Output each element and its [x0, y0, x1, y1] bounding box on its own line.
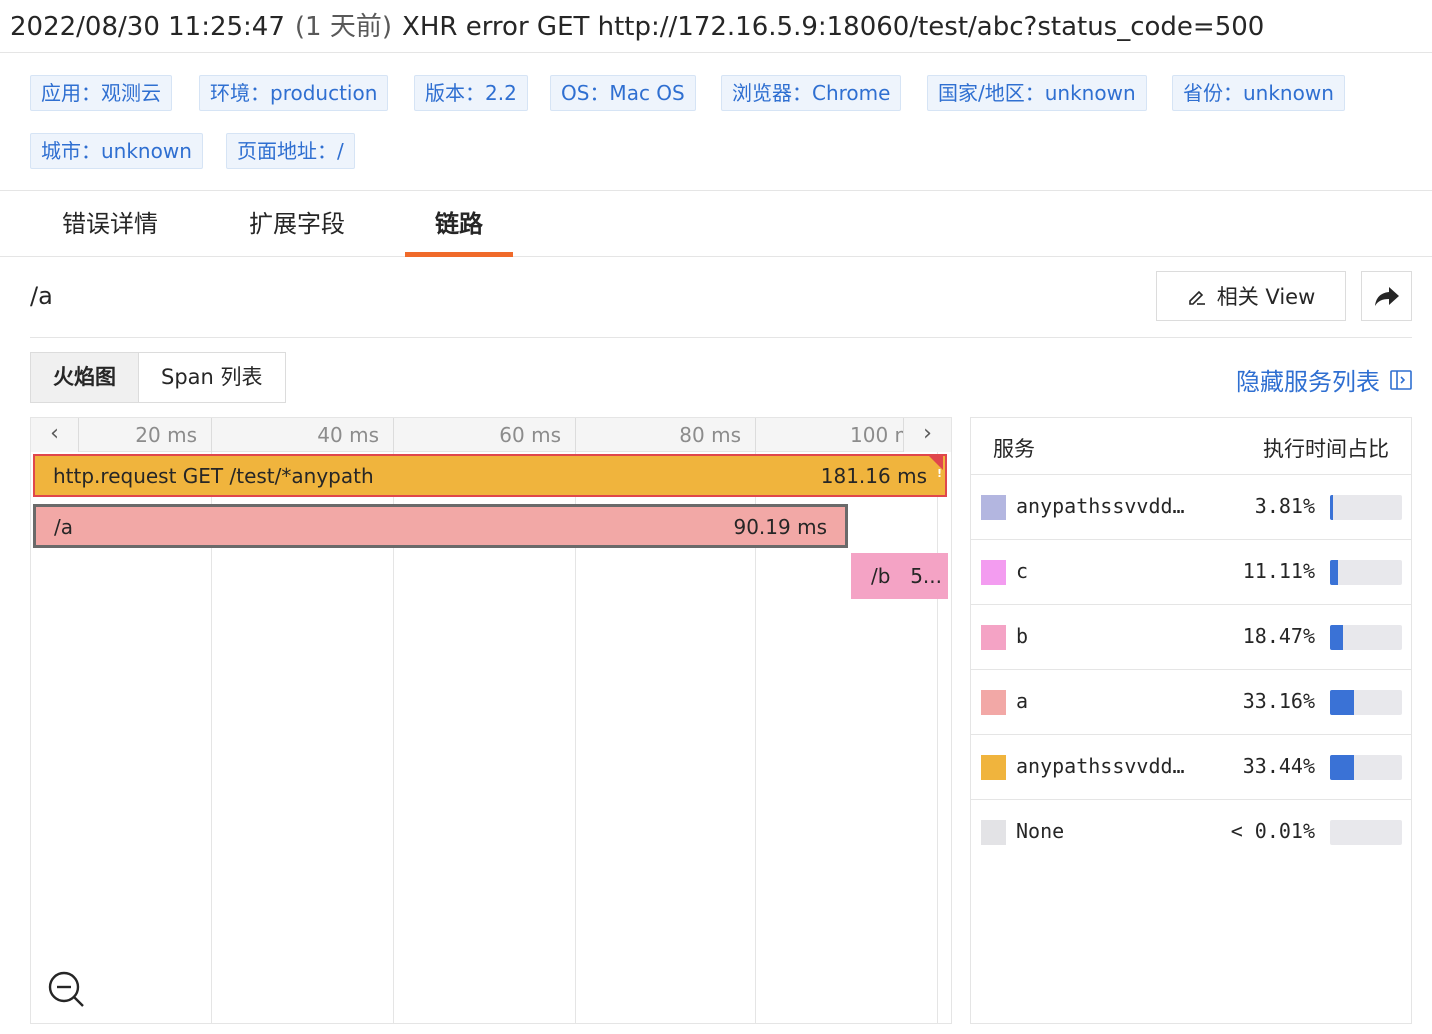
share-button[interactable] — [1361, 271, 1412, 321]
tick-label: 80 ms — [576, 418, 756, 452]
flame-graph: ‹ 20 ms 40 ms 60 ms 80 ms 100 ms › http.… — [30, 417, 952, 1024]
service-row[interactable]: anypathssvvdd… 3.81% — [971, 475, 1411, 540]
share-arrow-icon — [1374, 287, 1399, 306]
ratio-bar — [1330, 690, 1402, 715]
ratio-bar-fill — [1330, 625, 1343, 650]
span-duration: 90.19 ms — [733, 515, 827, 539]
service-name: a — [1016, 689, 1029, 713]
hide-service-list-link[interactable]: 隐藏服务列表 — [1236, 362, 1412, 397]
ratio-bar — [1330, 820, 1402, 845]
service-ratio: 18.47% — [1242, 624, 1315, 648]
span-duration: 5... — [910, 564, 942, 588]
zoom-out-button[interactable] — [47, 970, 87, 1010]
flame-graph-mode[interactable]: 火焰图 — [31, 353, 139, 402]
section-divider — [30, 337, 1412, 338]
tag-province[interactable]: 省份：unknown — [1172, 75, 1345, 111]
service-name: anypathssvvdd… — [1016, 494, 1185, 518]
collapse-panel-icon — [1390, 369, 1412, 390]
service-row[interactable]: a 33.16% — [971, 670, 1411, 735]
service-color-swatch — [981, 820, 1006, 845]
service-row[interactable]: c 11.11% — [971, 540, 1411, 605]
span-list-mode[interactable]: Span 列表 — [139, 353, 285, 402]
tick-label: 60 ms — [394, 418, 576, 452]
error-flag-icon: ! — [927, 456, 943, 480]
detail-tabs: 错误详情 扩展字段 链路 — [0, 190, 1432, 257]
ratio-bar-fill — [1330, 690, 1354, 715]
tag-browser[interactable]: 浏览器：Chrome — [721, 75, 902, 111]
ratio-bar — [1330, 755, 1402, 780]
span-b[interactable]: /b 5... — [851, 553, 948, 599]
col-service: 服务 — [993, 437, 1035, 461]
span-a[interactable]: /a 90.19 ms — [33, 504, 848, 548]
error-title: 2022/08/30 11:25:47 (1 天前) XHR error GET h… — [0, 0, 1432, 53]
ratio-bar-fill — [1330, 560, 1338, 585]
error-timestamp: 2022/08/30 11:25:47 — [10, 12, 285, 42]
tick-label: 20 ms — [79, 418, 212, 452]
service-ratio: 33.44% — [1242, 754, 1315, 778]
hide-service-list-label: 隐藏服务列表 — [1236, 368, 1380, 396]
tag-version[interactable]: 版本：2.2 — [414, 75, 528, 111]
service-ratio: 3.81% — [1254, 494, 1315, 518]
time-ruler: ‹ 20 ms 40 ms 60 ms 80 ms 100 ms › — [31, 418, 951, 452]
ratio-bar-fill — [1330, 495, 1333, 520]
tag-page-url[interactable]: 页面地址：/ — [226, 133, 355, 169]
tag-env[interactable]: 环境：production — [199, 75, 389, 111]
edit-link-icon — [1188, 290, 1205, 305]
relative-time: (1 天前) — [294, 12, 393, 42]
service-ratio: < 0.01% — [1230, 819, 1315, 843]
related-view-label: 相关 View — [1216, 285, 1316, 309]
tag-os[interactable]: OS：Mac OS — [550, 75, 696, 111]
tag-app[interactable]: 应用：观测云 — [30, 75, 172, 111]
tab-error-details[interactable]: 错误详情 — [56, 191, 164, 257]
service-name: c — [1016, 559, 1029, 583]
span-name: /b — [871, 564, 891, 588]
service-color-swatch — [981, 495, 1006, 520]
service-ratio: 11.11% — [1242, 559, 1315, 583]
trace-path: /a — [30, 282, 53, 310]
service-list-header: 服务 执行时间占比 — [971, 418, 1411, 475]
tag-country[interactable]: 国家/地区：unknown — [927, 75, 1147, 111]
service-color-swatch — [981, 755, 1006, 780]
tick-label: 100 ms — [850, 423, 903, 447]
grid-line — [937, 452, 938, 1023]
scroll-left-button[interactable]: ‹ — [31, 418, 79, 452]
service-color-swatch — [981, 690, 1006, 715]
view-mode-toggle: 火焰图 Span 列表 — [30, 352, 286, 403]
span-root[interactable]: http.request GET /test/*anypath 181.16 m… — [33, 454, 947, 497]
ratio-bar — [1330, 560, 1402, 585]
ratio-bar — [1330, 625, 1402, 650]
service-list-panel: 服务 执行时间占比 anypathssvvdd… 3.81% c 11.11% b 18.… — [970, 417, 1412, 1024]
tick-label: 40 ms — [212, 418, 394, 452]
service-name: None — [1016, 819, 1065, 843]
tab-trace[interactable]: 链路 — [405, 191, 513, 257]
service-row[interactable]: b 18.47% — [971, 605, 1411, 670]
col-exec-ratio: 执行时间占比 — [1263, 437, 1389, 461]
tag-city[interactable]: 城市：unknown — [30, 133, 203, 169]
span-duration: 181.16 ms — [820, 464, 927, 488]
service-name: b — [1016, 624, 1029, 648]
service-row[interactable]: None < 0.01% — [971, 800, 1411, 865]
span-name: /a — [54, 515, 73, 539]
scroll-right-button[interactable]: › — [903, 418, 951, 452]
span-name: http.request GET /test/*anypath — [53, 464, 374, 488]
tab-extended-fields[interactable]: 扩展字段 — [243, 191, 351, 257]
zoom-out-icon — [48, 971, 84, 1007]
service-name: anypathssvvdd… — [1016, 754, 1185, 778]
ratio-bar — [1330, 495, 1402, 520]
service-color-swatch — [981, 560, 1006, 585]
service-ratio: 33.16% — [1242, 689, 1315, 713]
service-color-swatch — [981, 625, 1006, 650]
related-view-button[interactable]: 相关 View — [1156, 271, 1346, 321]
service-row[interactable]: anypathssvvdd… 33.44% — [971, 735, 1411, 800]
ratio-bar-fill — [1330, 755, 1354, 780]
service-rows: anypathssvvdd… 3.81% c 11.11% b 18.47% a 33.16%… — [971, 475, 1411, 865]
error-message: XHR error GET http://172.16.5.9:18060/te… — [402, 12, 1265, 42]
